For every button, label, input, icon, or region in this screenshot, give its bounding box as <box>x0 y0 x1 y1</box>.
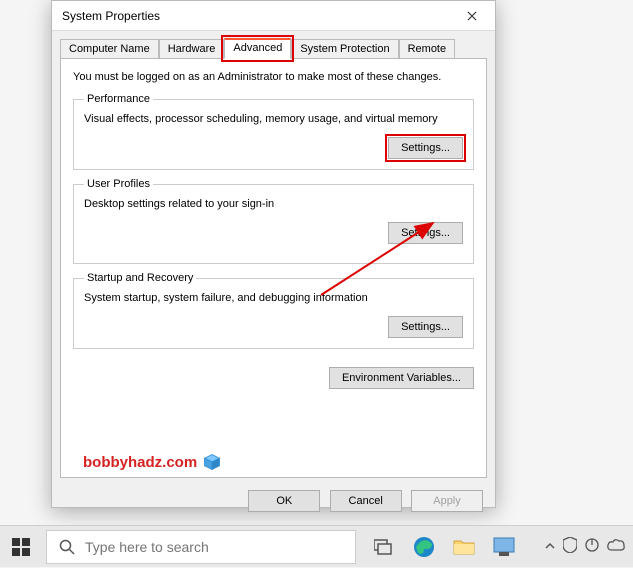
group-performance: Performance Visual effects, processor sc… <box>73 93 474 170</box>
close-button[interactable] <box>457 2 487 30</box>
watermark-text: bobbyhadz.com <box>83 454 197 471</box>
group-user-profiles-legend: User Profiles <box>84 178 153 190</box>
file-explorer-button[interactable] <box>450 533 478 561</box>
dialog-title: System Properties <box>60 9 457 23</box>
tab-system-protection[interactable]: System Protection <box>291 39 398 59</box>
cancel-button[interactable]: Cancel <box>330 490 402 512</box>
tab-computer-name[interactable]: Computer Name <box>60 39 159 59</box>
power-tray-icon[interactable] <box>585 538 599 555</box>
environment-variables-button[interactable]: Environment Variables... <box>329 367 474 389</box>
ok-button[interactable]: OK <box>248 490 320 512</box>
taskbar-search-box[interactable] <box>46 530 356 564</box>
system-properties-dialog: System Properties Computer Name Hardware… <box>51 0 496 508</box>
folder-icon <box>453 538 475 556</box>
start-button[interactable] <box>0 526 42 568</box>
group-performance-desc: Visual effects, processor scheduling, me… <box>84 113 463 125</box>
group-startup-recovery-legend: Startup and Recovery <box>84 272 196 284</box>
group-user-profiles-desc: Desktop settings related to your sign-in <box>84 198 463 210</box>
titlebar: System Properties <box>52 1 495 31</box>
user-profiles-settings-button[interactable]: Settings... <box>388 222 463 244</box>
task-view-icon <box>374 539 394 555</box>
app-icon <box>493 537 515 557</box>
apply-button[interactable]: Apply <box>411 490 483 512</box>
tab-remote[interactable]: Remote <box>399 39 456 59</box>
admin-notice: You must be logged on as an Administrato… <box>73 71 474 83</box>
task-view-button[interactable] <box>370 533 398 561</box>
tab-content-advanced: You must be logged on as an Administrato… <box>60 58 487 478</box>
search-icon <box>59 539 75 555</box>
task-icons <box>370 526 518 567</box>
tab-advanced[interactable]: Advanced <box>224 38 291 59</box>
tab-hardware[interactable]: Hardware <box>159 39 225 59</box>
close-icon <box>467 11 477 21</box>
system-tray <box>545 537 633 556</box>
power-icon <box>585 538 599 552</box>
edge-icon <box>413 536 435 558</box>
env-row: Environment Variables... <box>73 367 474 389</box>
tabs-bar: Computer Name Hardware Advanced System P… <box>60 37 487 58</box>
group-performance-legend: Performance <box>84 93 153 105</box>
startup-recovery-settings-button[interactable]: Settings... <box>388 316 463 338</box>
edge-browser-button[interactable] <box>410 533 438 561</box>
pinned-app-button[interactable] <box>490 533 518 561</box>
taskbar <box>0 525 633 567</box>
cube-icon <box>203 453 221 471</box>
group-startup-recovery-desc: System startup, system failure, and debu… <box>84 292 463 304</box>
group-startup-recovery: Startup and Recovery System startup, sys… <box>73 272 474 349</box>
onedrive-tray-icon[interactable] <box>607 539 625 554</box>
search-input[interactable] <box>85 539 343 555</box>
dialog-buttons-row: OK Cancel Apply <box>52 486 495 522</box>
cloud-icon <box>607 539 625 551</box>
performance-settings-button[interactable]: Settings... <box>388 137 463 159</box>
tray-overflow-button[interactable] <box>545 541 555 553</box>
group-user-profiles: User Profiles Desktop settings related t… <box>73 178 474 264</box>
chevron-up-icon <box>545 542 555 550</box>
watermark: bobbyhadz.com <box>83 453 221 471</box>
windows-start-icon <box>12 538 30 556</box>
security-tray-icon[interactable] <box>563 537 577 556</box>
shield-icon <box>563 537 577 553</box>
